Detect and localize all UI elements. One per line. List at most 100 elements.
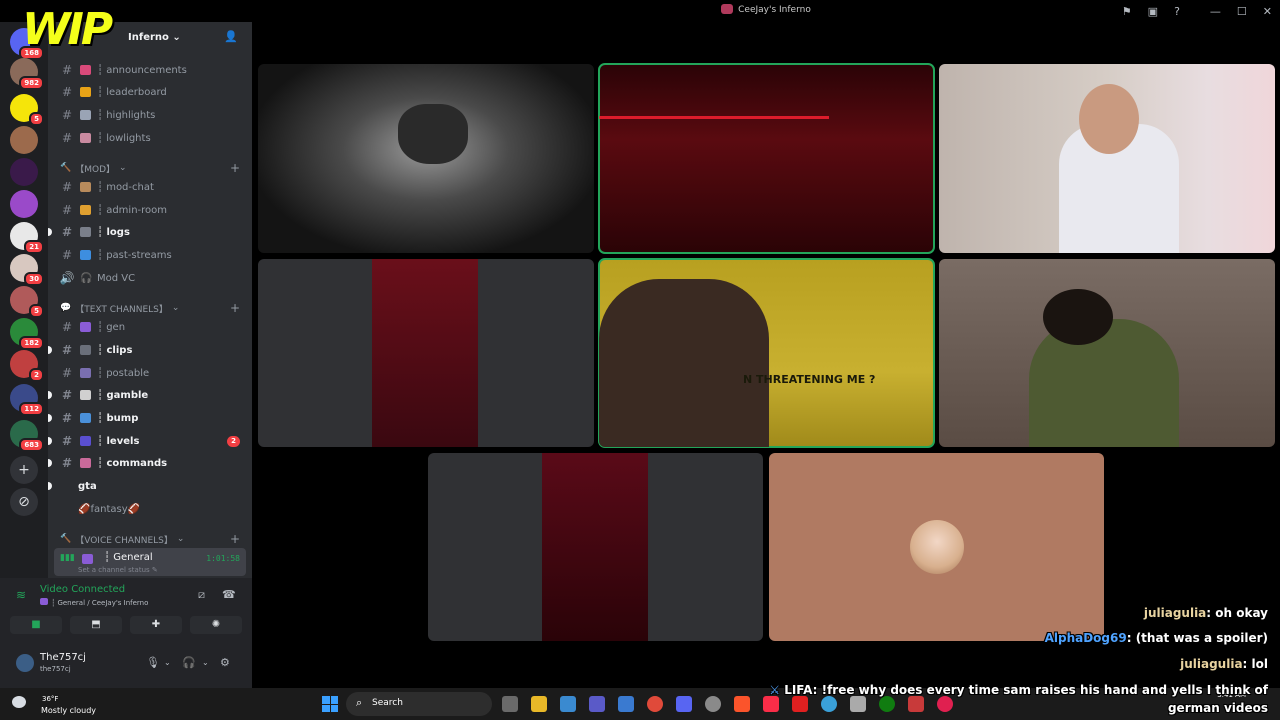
video-tile[interactable] — [258, 64, 594, 253]
update-icon[interactable]: ▣ — [1148, 5, 1158, 18]
close-button[interactable]: ✕ — [1263, 5, 1272, 18]
create-channel-icon[interactable]: + — [230, 301, 240, 315]
server-icon[interactable]: 2 — [10, 350, 44, 382]
server-icon[interactable]: 982 — [10, 58, 44, 90]
participant-video — [599, 279, 769, 447]
copilot-icon[interactable] — [560, 696, 576, 712]
create-channel-icon[interactable]: + — [230, 161, 240, 175]
channel-leaderboard[interactable]: # ┆ leaderboard — [54, 82, 246, 102]
chevron-down-icon[interactable]: ⌄ — [164, 658, 171, 667]
channel-gen[interactable]: # ┆ gen — [54, 317, 246, 337]
channel-status[interactable]: Set a channel status ✎ — [78, 566, 158, 574]
server-icon[interactable]: 5 — [10, 94, 44, 126]
video-tile[interactable] — [258, 259, 594, 447]
weather-widget[interactable]: 36°F Mostly cloudy — [8, 692, 108, 716]
channel-levels[interactable]: # ┆ levels 2 — [48, 431, 246, 451]
obs-icon[interactable] — [937, 696, 953, 712]
led-strip — [599, 116, 829, 119]
video-tile[interactable] — [939, 64, 1275, 253]
app-icon[interactable] — [908, 696, 924, 712]
signal-icon[interactable]: ≋ — [16, 588, 26, 602]
video-tile-speaking[interactable] — [598, 63, 935, 254]
server-icon[interactable]: 21 — [10, 222, 44, 254]
category-text-channels[interactable]: 💬 【TEXT CHANNELS】 ⌄ + — [60, 300, 240, 316]
channel-admin-room[interactable]: # ┆ admin-room — [54, 200, 246, 220]
channel-logs[interactable]: # ┆ logs — [48, 222, 246, 242]
chevron-down-icon: ⌄ — [119, 163, 127, 173]
app-icon[interactable] — [705, 696, 721, 712]
sword-icon: ⚔ — [769, 683, 785, 697]
create-channel-icon[interactable]: + — [230, 532, 240, 546]
channel-lowlights[interactable]: # ┆ lowlights — [54, 128, 246, 148]
channel-past-streams[interactable]: # ┆ past-streams — [54, 245, 246, 265]
channel-emoji-icon — [80, 368, 91, 378]
gear-icon[interactable]: ⚙ — [220, 656, 230, 669]
discover-button[interactable]: ⊘ — [10, 488, 38, 516]
help-icon[interactable]: ? — [1174, 5, 1180, 18]
soundboard-button[interactable]: ✺ — [190, 616, 242, 634]
search-box[interactable]: ⌕ Search — [346, 692, 492, 716]
disconnect-icon[interactable]: ☎ — [222, 588, 236, 601]
channel-gamble[interactable]: # ┆ gamble — [48, 385, 246, 405]
xbox-icon[interactable] — [879, 696, 895, 712]
channel-postable[interactable]: # ┆ postable — [54, 363, 246, 383]
unread-badge: 982 — [19, 76, 44, 90]
voice-location[interactable]: ┆ General / CeeJay's Inferno — [40, 598, 148, 607]
server-icon[interactable]: 30 — [10, 254, 44, 286]
chrome-icon[interactable] — [647, 696, 663, 712]
server-icon[interactable]: 5 — [10, 286, 44, 318]
server-folder[interactable]: 112 — [10, 384, 44, 416]
category-mod[interactable]: 🔨 【MOD】 ⌄ + — [60, 160, 240, 176]
channel-clips[interactable]: # ┆ clips — [48, 340, 246, 360]
microphone-icon[interactable]: 🎙 — [146, 656, 160, 669]
brave-icon[interactable] — [734, 696, 750, 712]
channel-highlights[interactable]: # ┆ highlights — [54, 105, 246, 125]
chevron-down-icon[interactable]: ⌄ — [202, 658, 209, 667]
noise-suppression-icon[interactable]: ⧄ — [198, 588, 205, 602]
music-icon[interactable] — [763, 696, 779, 712]
headphones-icon[interactable]: 🎧 — [182, 656, 196, 669]
app-icon[interactable] — [821, 696, 837, 712]
participant-video — [542, 453, 648, 641]
start-button[interactable] — [322, 696, 338, 712]
channel-commands[interactable]: # ┆ commands — [48, 453, 246, 473]
screen-share-button[interactable]: ⬒ — [70, 616, 122, 634]
channel-mod-chat[interactable]: # ┆ mod-chat — [54, 177, 246, 197]
app-icon[interactable] — [792, 696, 808, 712]
server-icon[interactable] — [10, 158, 38, 186]
voice-channel-general[interactable]: ▮▮▮ ┆ General 1:01:58 Set a channel stat… — [54, 548, 246, 576]
server-icon[interactable]: 182 — [10, 318, 44, 350]
category-voice-channels[interactable]: 🔨 【VOICE CHANNELS】 ⌄ + — [60, 531, 240, 547]
participant-video — [372, 259, 478, 447]
video-tile-avatar[interactable] — [769, 453, 1104, 641]
activities-button[interactable]: ✚ — [130, 616, 182, 634]
camera-button[interactable]: ■ — [10, 616, 62, 634]
hash-icon: # — [61, 320, 73, 334]
channel-fantasy[interactable]: 🏈fantasy🏈 — [54, 499, 246, 519]
channel-gta[interactable]: gta — [48, 476, 246, 496]
video-tile[interactable] — [939, 259, 1275, 447]
channel-bump[interactable]: # ┆ bump — [48, 408, 246, 428]
inbox-icon[interactable]: ⚑ — [1122, 5, 1132, 18]
invite-icon[interactable]: 👤 — [224, 30, 238, 43]
discord-icon[interactable] — [676, 696, 692, 712]
app-icon[interactable] — [850, 696, 866, 712]
hash-icon: # — [61, 388, 73, 402]
task-view-icon[interactable] — [502, 696, 518, 712]
video-tile-speaking[interactable]: N THREATENING ME ? — [598, 258, 935, 448]
avatar[interactable] — [16, 654, 34, 672]
server-icon[interactable] — [10, 126, 38, 154]
hash-icon: # — [61, 131, 73, 145]
add-server-button[interactable]: + — [10, 456, 38, 484]
hash-icon: # — [61, 248, 73, 262]
server-folder[interactable]: 683 — [10, 420, 44, 452]
maximize-button[interactable]: ☐ — [1237, 5, 1247, 18]
store-icon[interactable] — [618, 696, 634, 712]
channel-announcements[interactable]: # ┆ announcements — [54, 60, 246, 80]
teams-icon[interactable] — [589, 696, 605, 712]
minimize-button[interactable]: — — [1210, 5, 1221, 18]
file-explorer-icon[interactable] — [531, 696, 547, 712]
channel-mod-vc[interactable]: 🔊 🎧 Mod VC — [54, 268, 246, 288]
video-tile[interactable] — [428, 453, 763, 641]
server-icon[interactable] — [10, 190, 38, 218]
